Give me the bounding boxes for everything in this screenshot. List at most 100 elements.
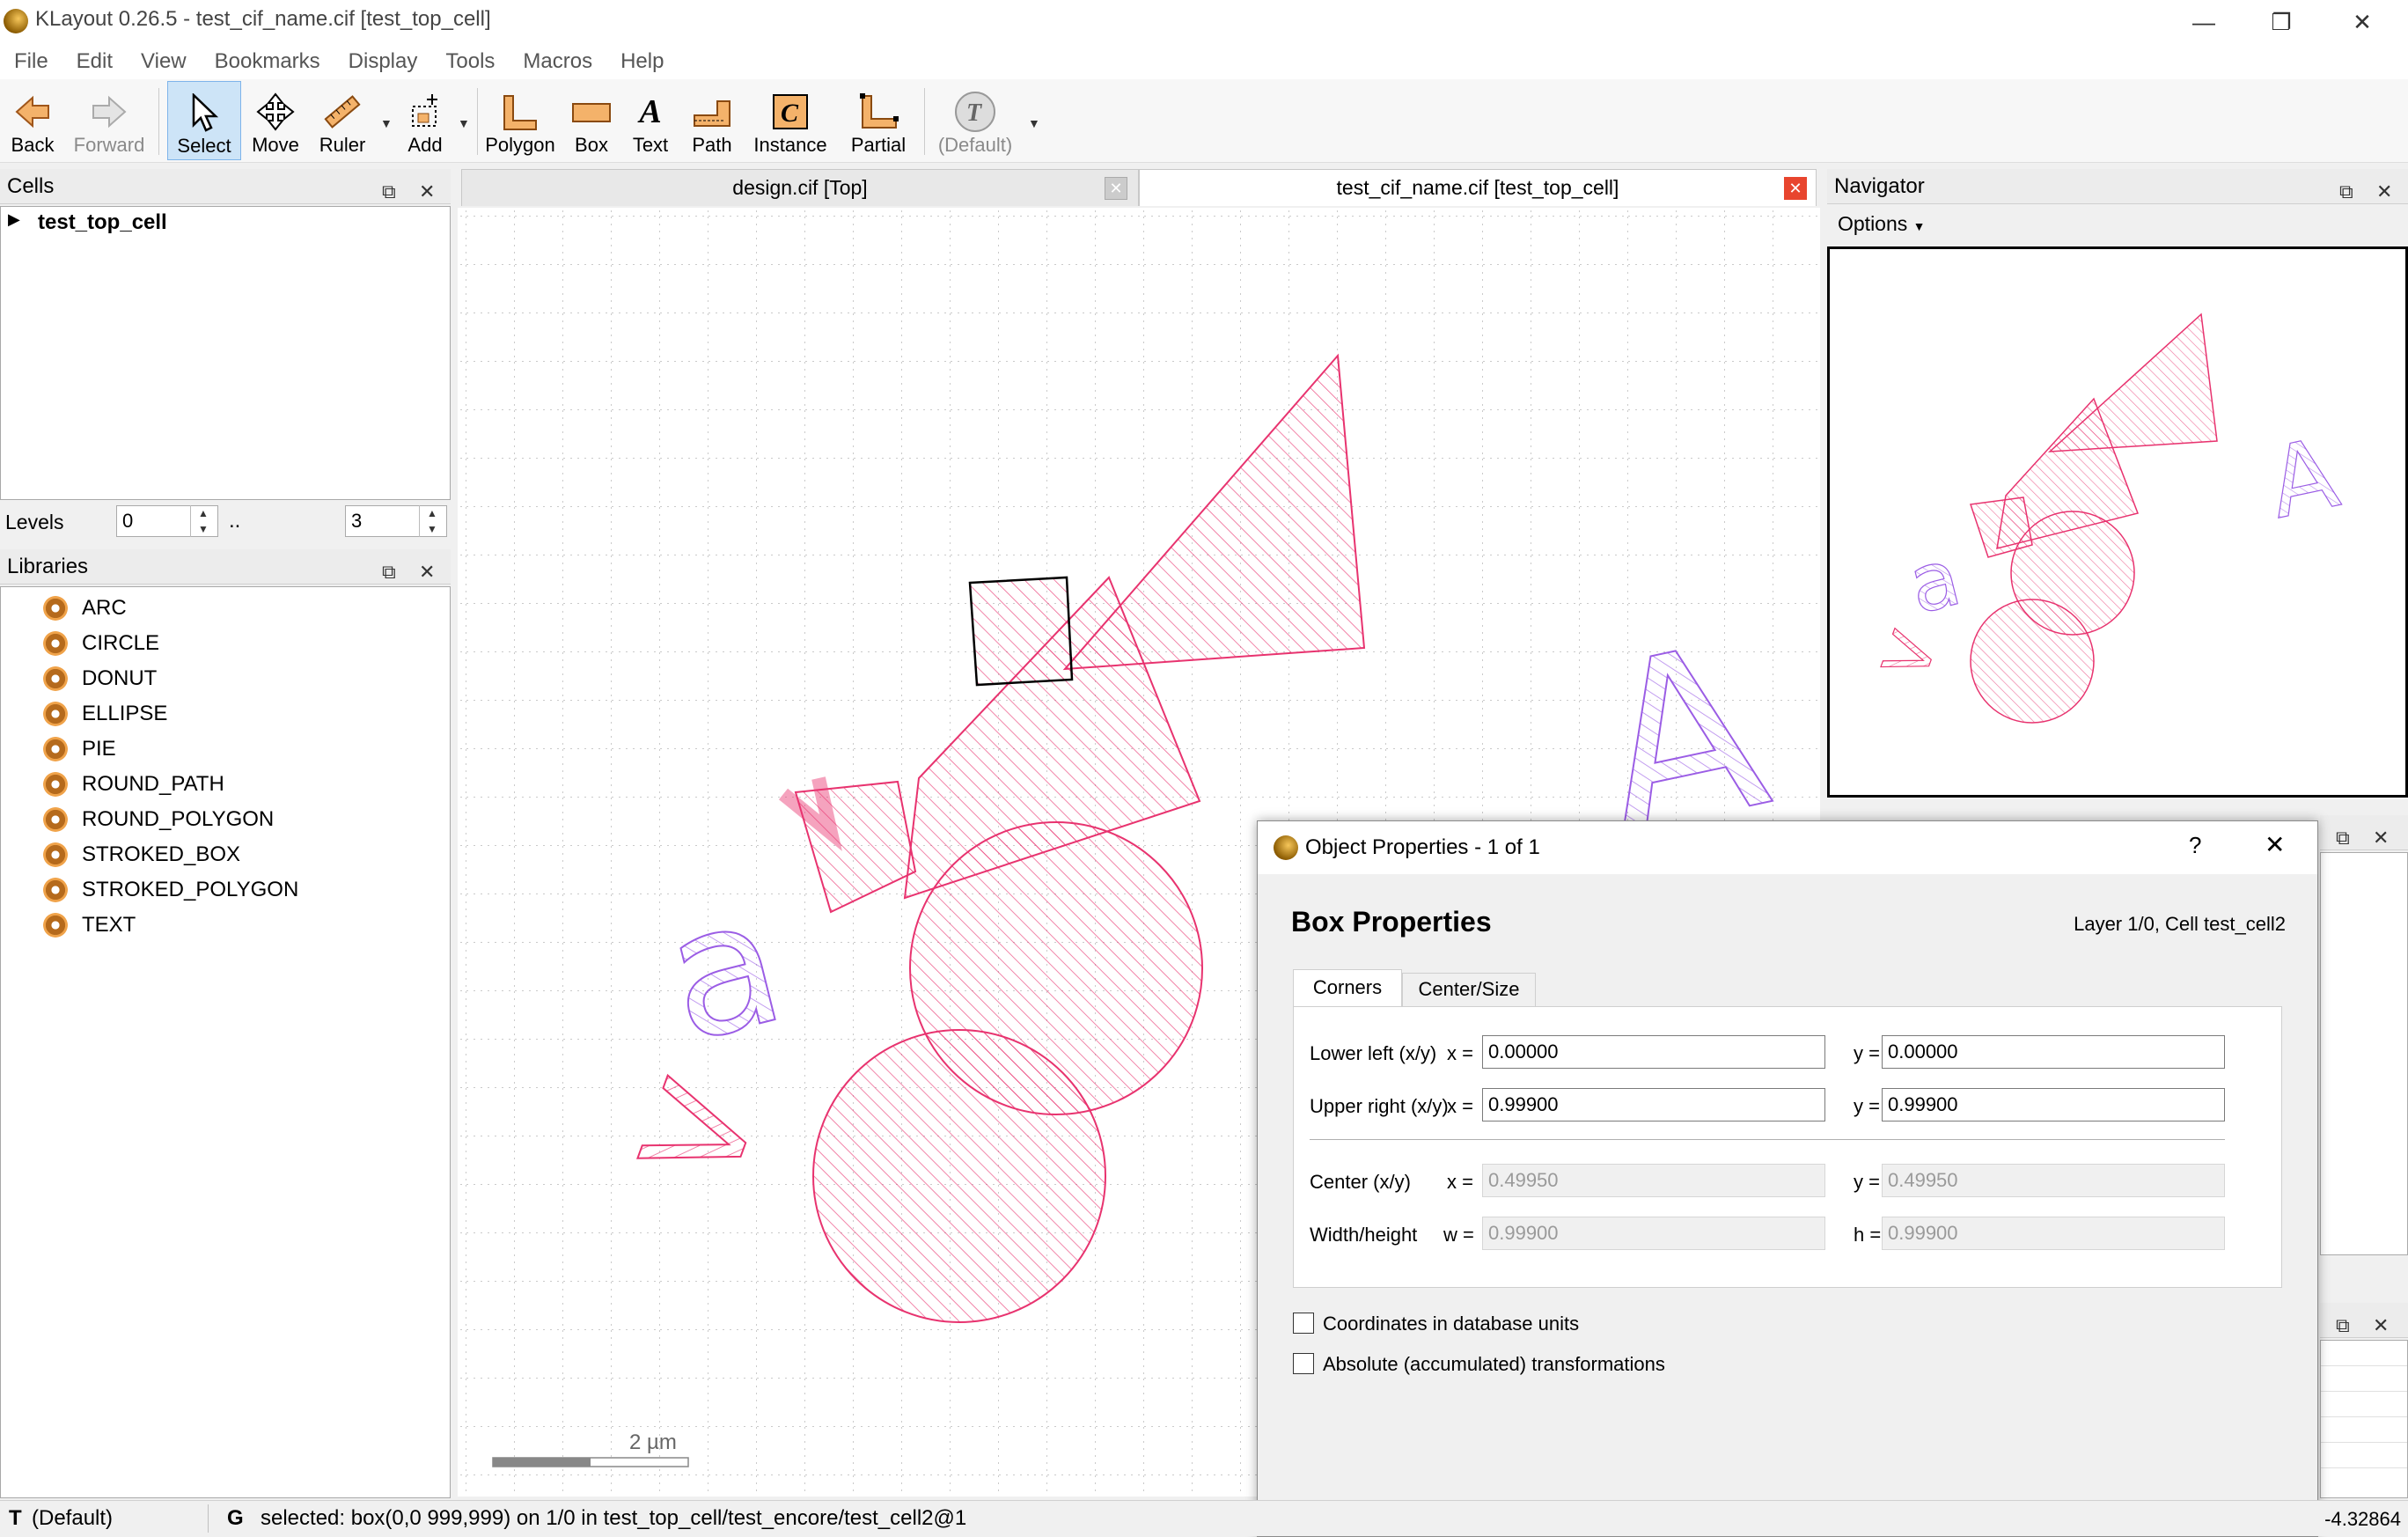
float-panel-icon[interactable]: ⧉ bbox=[382, 555, 396, 590]
close-panel-icon[interactable]: ✕ bbox=[2376, 174, 2392, 210]
level-to-spinner[interactable]: ▲ ▼ bbox=[419, 505, 444, 537]
menu-tools[interactable]: Tools bbox=[431, 44, 509, 79]
menu-display[interactable]: Display bbox=[334, 44, 432, 79]
lower-left-x-input[interactable]: 0.00000 bbox=[1482, 1035, 1825, 1069]
tab-test-cif-name[interactable]: test_cif_name.cif [test_top_cell] ✕ bbox=[1139, 169, 1817, 206]
close-dialog-button[interactable]: ✕ bbox=[2265, 830, 2285, 859]
minimize-button[interactable]: — bbox=[2165, 0, 2243, 44]
close-window-button[interactable]: ✕ bbox=[2324, 0, 2401, 44]
add-dropdown-arrow-icon[interactable]: ▼ bbox=[458, 116, 470, 130]
back-button[interactable]: Back bbox=[7, 83, 58, 158]
y-equals-label: y = bbox=[1854, 1042, 1880, 1064]
toolbar-separator bbox=[924, 88, 925, 155]
svg-text:a: a bbox=[1900, 531, 1970, 632]
menu-view[interactable]: View bbox=[127, 44, 201, 79]
dialog-heading: Box Properties bbox=[1291, 906, 1492, 938]
box-tool-button[interactable]: Box bbox=[565, 83, 618, 158]
h-equals-label: h = bbox=[1854, 1224, 1882, 1246]
select-tool-button[interactable]: Select bbox=[167, 81, 241, 160]
help-button[interactable]: ? bbox=[2189, 832, 2201, 859]
forward-button[interactable]: Forward bbox=[70, 83, 148, 158]
level-from-spinner[interactable]: ▲ ▼ bbox=[190, 505, 216, 537]
gear-icon bbox=[43, 842, 68, 867]
lower-left-y-input[interactable]: 0.00000 bbox=[1882, 1035, 2225, 1069]
menu-macros[interactable]: Macros bbox=[509, 44, 606, 79]
library-item-ellipse[interactable]: ELLIPSE bbox=[43, 696, 167, 732]
close-tab-icon[interactable]: ✕ bbox=[1784, 177, 1807, 200]
menu-help[interactable]: Help bbox=[606, 44, 678, 79]
levels-row: Levels 0 ▲ ▼ .. 3 ▲ ▼ bbox=[0, 504, 451, 539]
expand-triangle-icon[interactable]: ▶ bbox=[8, 210, 20, 229]
menu-bookmarks[interactable]: Bookmarks bbox=[201, 44, 334, 79]
instance-tool-button[interactable]: C Instance bbox=[750, 83, 831, 158]
library-item-circle[interactable]: CIRCLE bbox=[43, 626, 159, 661]
library-item-round-polygon[interactable]: ROUND_POLYGON bbox=[43, 802, 274, 837]
default-dropdown-arrow-icon[interactable]: ▼ bbox=[1028, 116, 1040, 130]
partial-tool-button[interactable]: Partial bbox=[841, 83, 915, 158]
float-panel-icon[interactable]: ⧉ bbox=[2336, 820, 2350, 856]
levels-label: Levels bbox=[5, 511, 64, 533]
cell-tree-item-top[interactable]: test_top_cell bbox=[38, 210, 167, 235]
tab-design-cif[interactable]: design.cif [Top] ✕ bbox=[461, 169, 1139, 206]
status-t-key: T bbox=[9, 1506, 22, 1530]
abs-trans-checkbox[interactable] bbox=[1293, 1353, 1314, 1374]
navigator-view[interactable]: a V A bbox=[1827, 246, 2408, 798]
path-tool-button[interactable]: Path bbox=[683, 83, 741, 158]
svg-text:T: T bbox=[966, 99, 983, 127]
library-item-donut[interactable]: DONUT bbox=[43, 661, 157, 696]
tab-corners[interactable]: Corners bbox=[1293, 969, 1402, 1006]
library-item-arc[interactable]: ARC bbox=[43, 591, 127, 626]
tab-center-size[interactable]: Center/Size bbox=[1402, 973, 1536, 1006]
cells-panel-header: Cells ⧉ ✕ bbox=[0, 169, 451, 204]
db-units-label: Coordinates in database units bbox=[1323, 1313, 1580, 1335]
text-a-icon: A bbox=[639, 93, 662, 130]
partial-edit-icon bbox=[857, 90, 899, 134]
path-icon bbox=[691, 90, 733, 134]
ruler-dropdown-arrow-icon[interactable]: ▼ bbox=[380, 116, 393, 130]
close-panel-icon[interactable]: ✕ bbox=[419, 174, 435, 210]
library-item-stroked-box[interactable]: STROKED_BOX bbox=[43, 837, 240, 872]
status-coordinate: -4.32864 bbox=[2324, 1508, 2401, 1530]
text-tool-button[interactable]: A Text bbox=[625, 83, 676, 158]
upper-right-x-input[interactable]: 0.99900 bbox=[1482, 1088, 1825, 1121]
ruler-tool-button[interactable]: Ruler bbox=[313, 83, 371, 158]
library-item-round-path[interactable]: ROUND_PATH bbox=[43, 767, 224, 802]
w-equals-label: w = bbox=[1443, 1224, 1474, 1246]
klayout-logo-icon bbox=[1274, 835, 1298, 860]
close-panel-icon[interactable]: ✕ bbox=[419, 555, 435, 590]
navigator-options-menu[interactable]: Options ▼ bbox=[1838, 206, 1926, 241]
x-equals-label: x = bbox=[1447, 1171, 1473, 1193]
width-field: 0.99900 bbox=[1482, 1217, 1825, 1250]
close-panel-icon[interactable]: ✕ bbox=[2373, 820, 2389, 856]
default-text-style-button[interactable]: T (Default) bbox=[933, 83, 1017, 158]
upper-right-y-input[interactable]: 0.99900 bbox=[1882, 1088, 2225, 1121]
library-item-text[interactable]: TEXT bbox=[43, 908, 136, 943]
library-item-stroked-polygon[interactable]: STROKED_POLYGON bbox=[43, 872, 298, 908]
center-y-field: 0.49950 bbox=[1882, 1164, 2225, 1197]
gear-icon bbox=[43, 702, 68, 726]
scale-bar-label: 2 µm bbox=[629, 1430, 677, 1454]
move-tool-button[interactable]: Move bbox=[246, 83, 305, 158]
cell-tree: ▶ test_top_cell bbox=[0, 206, 451, 500]
center-x-field: 0.49950 bbox=[1482, 1164, 1825, 1197]
gear-icon bbox=[43, 666, 68, 691]
svg-text:A: A bbox=[2259, 416, 2347, 541]
menu-file[interactable]: File bbox=[0, 44, 62, 79]
close-panel-icon[interactable]: ✕ bbox=[2373, 1308, 2389, 1343]
move-arrows-icon bbox=[254, 90, 297, 134]
db-units-checkbox[interactable] bbox=[1293, 1313, 1314, 1334]
polygon-tool-button[interactable]: Polygon bbox=[484, 83, 556, 158]
float-panel-icon[interactable]: ⧉ bbox=[2339, 174, 2353, 210]
menu-edit[interactable]: Edit bbox=[62, 44, 127, 79]
add-tool-button[interactable]: Add bbox=[396, 83, 454, 158]
close-tab-icon[interactable]: ✕ bbox=[1105, 177, 1127, 200]
restore-button[interactable]: ❐ bbox=[2243, 0, 2320, 44]
float-panel-icon[interactable]: ⧉ bbox=[2336, 1308, 2350, 1343]
library-item-pie[interactable]: PIE bbox=[43, 732, 116, 767]
text-style-t-icon: T bbox=[954, 90, 996, 134]
float-panel-icon[interactable]: ⧉ bbox=[382, 174, 396, 210]
polygon-icon bbox=[499, 90, 541, 134]
gear-icon bbox=[43, 596, 68, 621]
object-properties-dialog: Object Properties - 1 of 1 ? ✕ Box Prope… bbox=[1257, 820, 2318, 1537]
status-bar: T (Default) G selected: box(0,0 999,999)… bbox=[0, 1500, 2408, 1536]
